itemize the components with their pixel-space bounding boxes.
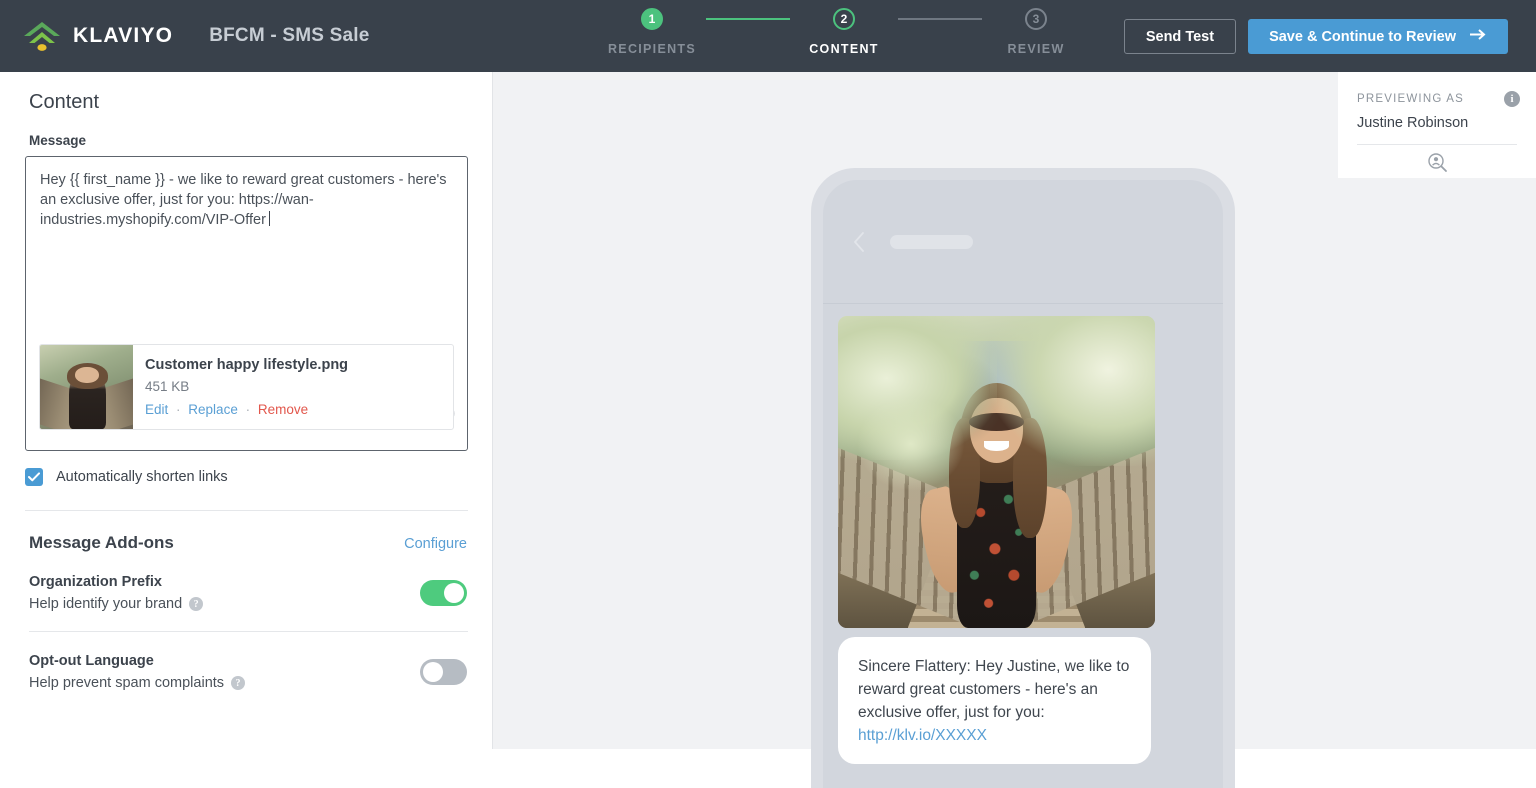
organization-prefix-toggle[interactable] bbox=[420, 580, 467, 606]
addons-title: Message Add-ons bbox=[29, 533, 174, 553]
phone-screen: Sincere Flattery: Hey Justine, we like t… bbox=[823, 180, 1223, 788]
step-3-label: REVIEW bbox=[1007, 42, 1064, 56]
step-2-circle: 2 bbox=[833, 8, 855, 30]
phone-nav-bar bbox=[823, 180, 1223, 304]
arrow-right-icon bbox=[1470, 28, 1487, 45]
message-composer[interactable]: Hey {{ first_name }} - we like to reward… bbox=[25, 156, 468, 451]
toggle-knob bbox=[423, 662, 443, 682]
step-1-circle: 1 bbox=[641, 8, 663, 30]
attachment-filename: Customer happy lifestyle.png bbox=[145, 357, 348, 373]
link-separator-2: · bbox=[246, 402, 251, 417]
attachment-actions: Edit · Replace · Remove bbox=[145, 402, 348, 417]
step-1-label: RECIPIENTS bbox=[608, 42, 696, 56]
klaviyo-wifi-arc-logo-icon bbox=[20, 19, 64, 53]
step-3-circle: 3 bbox=[1025, 8, 1047, 30]
nav-placeholder-pill-icon bbox=[890, 235, 973, 249]
save-button-label: Save & Continue to Review bbox=[1269, 29, 1456, 45]
sms-bubble-link[interactable]: http://klv.io/XXXXX bbox=[858, 727, 987, 744]
shorten-links-label: Automatically shorten links bbox=[56, 469, 228, 485]
toggle-knob bbox=[444, 583, 464, 603]
top-actions: Send Test Save & Continue to Review bbox=[1124, 19, 1508, 54]
woman-on-bridge-photo-icon bbox=[838, 316, 1155, 628]
content-editor-panel: Content Message Hey {{ first_name }} - w… bbox=[0, 72, 493, 749]
optout-language-toggle[interactable] bbox=[420, 659, 467, 685]
attachment-card[interactable]: Customer happy lifestyle.png 451 KB Edit… bbox=[39, 344, 454, 430]
sms-preview-bubble: Sincere Flattery: Hey Justine, we like t… bbox=[838, 637, 1151, 764]
addon-row-optout-language: Opt-out Language Help prevent spam compl… bbox=[29, 653, 467, 691]
optout-language-question-mark-icon[interactable]: ? bbox=[231, 676, 245, 690]
checkmark-icon bbox=[28, 472, 40, 482]
top-bar: KLAVIYO BFCM - SMS Sale 1 RECIPIENTS 2 C… bbox=[0, 0, 1536, 72]
message-textarea[interactable]: Hey {{ first_name }} - we like to reward… bbox=[26, 157, 467, 230]
remove-attachment-link[interactable]: Remove bbox=[258, 402, 308, 417]
attachment-thumbnail-icon bbox=[40, 345, 133, 429]
replace-attachment-link[interactable]: Replace bbox=[188, 402, 238, 417]
save-and-continue-button[interactable]: Save & Continue to Review bbox=[1248, 19, 1508, 54]
brand-block: KLAVIYO BFCM - SMS Sale bbox=[0, 19, 370, 53]
previewing-as-card: PREVIEWING AS i Justine Robinson bbox=[1338, 72, 1536, 178]
step-connector-2 bbox=[898, 18, 982, 20]
sms-bubble-text: Sincere Flattery: Hey Justine, we like t… bbox=[858, 658, 1129, 721]
step-review[interactable]: 3 REVIEW bbox=[982, 8, 1090, 56]
step-2-label: CONTENT bbox=[809, 42, 879, 56]
addon-subtitle-organization-prefix: Help identify your brand bbox=[29, 596, 182, 612]
step-connector-1 bbox=[706, 18, 790, 20]
addon-subtitle-block: Help prevent spam complaints ? bbox=[29, 675, 245, 691]
phone-mockup: Sincere Flattery: Hey Justine, we like t… bbox=[811, 168, 1235, 788]
page-title: Content bbox=[29, 91, 492, 114]
preview-area: PREVIEWING AS i Justine Robinson bbox=[493, 72, 1536, 749]
step-content[interactable]: 2 CONTENT bbox=[790, 8, 898, 56]
person-search-icon[interactable] bbox=[1338, 152, 1536, 173]
previewing-as-info-icon[interactable]: i bbox=[1504, 91, 1520, 107]
organization-prefix-question-mark-icon[interactable]: ? bbox=[189, 597, 203, 611]
addon-text-block: Organization Prefix Help identify your b… bbox=[29, 574, 203, 612]
campaign-title: BFCM - SMS Sale bbox=[209, 25, 369, 47]
addon-text-block: Opt-out Language Help prevent spam compl… bbox=[29, 653, 245, 691]
preview-card-divider bbox=[1357, 144, 1517, 145]
addon-divider bbox=[29, 631, 468, 632]
chevron-left-icon[interactable] bbox=[853, 232, 865, 252]
message-field-label: Message bbox=[29, 133, 492, 148]
brand-name: KLAVIYO bbox=[73, 24, 173, 48]
previewing-as-label: PREVIEWING AS bbox=[1357, 93, 1464, 105]
configure-link[interactable]: Configure bbox=[404, 536, 467, 552]
shorten-links-row[interactable]: Automatically shorten links bbox=[25, 468, 492, 486]
shorten-links-checkbox[interactable] bbox=[25, 468, 43, 486]
link-separator-1: · bbox=[176, 402, 181, 417]
edit-attachment-link[interactable]: Edit bbox=[145, 402, 168, 417]
section-divider bbox=[25, 510, 468, 511]
addon-subtitle-block: Help identify your brand ? bbox=[29, 596, 203, 612]
previewing-as-header: PREVIEWING AS i bbox=[1338, 72, 1536, 107]
addons-header: Message Add-ons Configure bbox=[29, 533, 467, 553]
text-caret bbox=[269, 211, 270, 226]
message-text-value: Hey {{ first_name }} - we like to reward… bbox=[40, 172, 451, 228]
attachment-filesize: 451 KB bbox=[145, 379, 348, 394]
addon-title-organization-prefix: Organization Prefix bbox=[29, 574, 203, 590]
addon-title-optout-language: Opt-out Language bbox=[29, 653, 245, 669]
addon-row-organization-prefix: Organization Prefix Help identify your b… bbox=[29, 574, 467, 612]
addon-subtitle-optout-language: Help prevent spam complaints bbox=[29, 675, 224, 691]
wizard-stepper: 1 RECIPIENTS 2 CONTENT 3 REVIEW bbox=[598, 8, 1090, 56]
send-test-button[interactable]: Send Test bbox=[1124, 19, 1236, 54]
step-recipients[interactable]: 1 RECIPIENTS bbox=[598, 8, 706, 56]
attachment-info: Customer happy lifestyle.png 451 KB Edit… bbox=[133, 345, 348, 429]
preview-profile-name: Justine Robinson bbox=[1338, 107, 1536, 131]
